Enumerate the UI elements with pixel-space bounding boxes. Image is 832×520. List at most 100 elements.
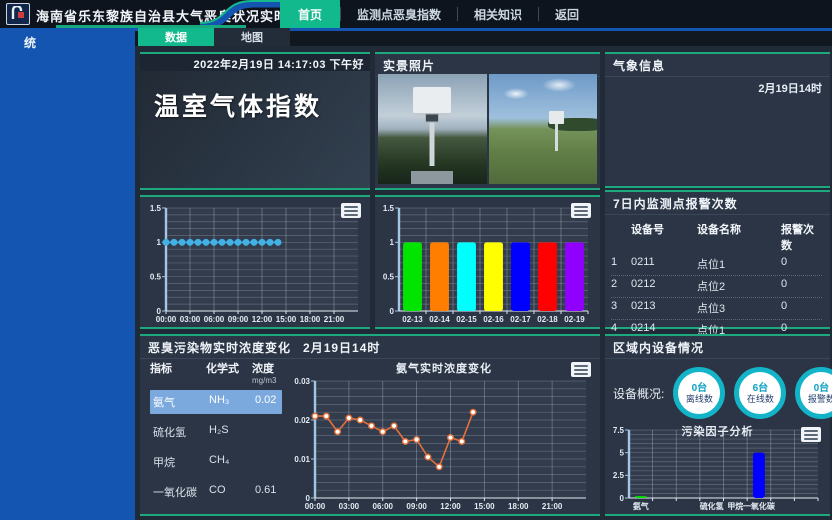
svg-text:03:00: 03:00 (180, 315, 201, 324)
svg-text:02-17: 02-17 (510, 315, 531, 324)
svg-text:一氧化碳: 一氧化碳 (743, 501, 776, 511)
photos-panel: 实景照片 (375, 52, 600, 190)
nav-item-odor-index[interactable]: 监测点恶臭指数 (341, 0, 457, 28)
odor-title: 恶臭污染物实时浓度变化 (148, 339, 291, 356)
svg-text:0.01: 0.01 (294, 455, 310, 464)
svg-text:1.5: 1.5 (383, 204, 395, 213)
offline-count-badge: 0台 离线数 (673, 367, 725, 419)
alarm-count-badge: 0台 报警数 (795, 367, 832, 419)
dataview-toolbox-icon[interactable] (571, 362, 591, 377)
tab-data[interactable]: 数据 (138, 28, 214, 46)
svg-text:0.5: 0.5 (383, 272, 395, 281)
svg-text:5: 5 (620, 448, 625, 457)
odor-body: 指标 化学式 浓度 mg/m3 氨气 NH₃ 0.02 硫化氢 H₂S (140, 356, 600, 514)
main-content: 数据 地图 2022年2月19日 14:17:03 下午好 温室气体指数 实景照… (135, 28, 832, 520)
odor-date: 2月19日14时 (303, 339, 380, 356)
weather-title: 气象信息 (605, 54, 830, 77)
topbar: 海南省乐东黎族自治县大气恶臭状况实时发布系 首页 监测点恶臭指数 相关知识 返回 (0, 0, 832, 28)
dashboard-screen: 海南省乐东黎族自治县大气恶臭状况实时发布系 首页 监测点恶臭指数 相关知识 返回… (0, 0, 832, 520)
greenhouse-index-panel: 00.511.500:0003:0006:0009:0012:0015:0018… (140, 195, 370, 329)
swoosh-decoration (200, 0, 288, 28)
svg-text:09:00: 09:00 (228, 315, 249, 324)
devices-panel: 区域内设备情况 设备概况: 0台 离线数 6台 在线数 0台 报警数 污染因子分… (605, 334, 830, 516)
dataview-toolbox-icon[interactable] (801, 427, 821, 442)
overview-label: 设备概况: (613, 385, 664, 402)
page-title: 温室气体指数 (154, 87, 370, 123)
odor-row-nh3[interactable]: 氨气 NH₃ 0.02 (150, 390, 282, 414)
pollution-factor-chart[interactable]: 02.557.5氨气硫化氢甲烷一氧化碳 (607, 422, 826, 512)
alarm-table-title: 7日内监测点报警次数 (605, 192, 830, 215)
svg-text:02-19: 02-19 (564, 315, 585, 324)
alarm-table-panel: 7日内监测点报警次数 设备号 设备名称 报警次数 10211点位10 20212… (605, 190, 830, 329)
greeting-panel: 2022年2月19日 14:17:03 下午好 温室气体指数 (140, 52, 370, 190)
svg-text:15:00: 15:00 (276, 315, 297, 324)
svg-text:硫化氢: 硫化氢 (700, 501, 724, 511)
odor-panel: 恶臭污染物实时浓度变化 2月19日14时 指标 化学式 浓度 mg/m3 氨气 … (140, 334, 600, 516)
svg-text:06:00: 06:00 (373, 502, 394, 511)
nh3-concentration-chart[interactable]: 00.010.020.0300:0003:0006:0009:0012:0015… (288, 373, 594, 512)
sidebar-title-overflow: 统 (24, 34, 36, 51)
odor-row-h2s[interactable]: 硫化氢 H₂S (150, 420, 282, 444)
svg-text:1.5: 1.5 (150, 204, 162, 213)
svg-text:06:00: 06:00 (204, 315, 225, 324)
main-nav: 首页 监测点恶臭指数 相关知识 返回 (280, 0, 595, 28)
greeting-body: 温室气体指数 (140, 71, 370, 188)
col-alarm-count: 报警次数 (781, 221, 822, 253)
datetime-text: 2022年2月19日 14:17:03 下午好 (140, 54, 370, 71)
station-pole (430, 116, 435, 167)
svg-text:18:00: 18:00 (508, 502, 529, 511)
nav-item-knowledge[interactable]: 相关知识 (458, 0, 538, 28)
svg-text:7.5: 7.5 (613, 426, 625, 435)
svg-text:15:00: 15:00 (474, 502, 495, 511)
col-device-id: 设备号 (631, 221, 697, 253)
svg-text:甲烷: 甲烷 (727, 501, 743, 511)
odor-unit-row: mg/m3 (150, 376, 288, 385)
svg-text:02-18: 02-18 (537, 315, 558, 324)
alarm-table-header: 设备号 设备名称 报警次数 (611, 219, 822, 254)
greenhouse-index-chart[interactable]: 00.511.500:0003:0006:0009:0012:0015:0018… (142, 200, 366, 325)
svg-text:09:00: 09:00 (406, 502, 427, 511)
logo-glyph (10, 6, 26, 22)
svg-text:03:00: 03:00 (339, 502, 360, 511)
dataview-toolbox-icon[interactable] (571, 203, 591, 218)
dataview-toolbox-icon[interactable] (341, 203, 361, 218)
tabbar: 数据 地图 (135, 28, 832, 46)
table-row: 30213点位30 (611, 298, 822, 320)
col-device-name: 设备名称 (697, 221, 781, 253)
site-photo-1 (378, 74, 487, 184)
svg-text:0.02: 0.02 (294, 416, 310, 425)
odor-table: 指标 化学式 浓度 mg/m3 氨气 NH₃ 0.02 硫化氢 H₂S (140, 356, 288, 514)
svg-text:氨气: 氨气 (633, 501, 649, 511)
weather-date: 2月19日14时 (605, 77, 830, 96)
sidebar: 统 (0, 28, 135, 520)
device-overview: 设备概况: 0台 离线数 6台 在线数 0台 报警数 (605, 359, 830, 423)
svg-text:1: 1 (157, 238, 162, 247)
svg-text:1: 1 (390, 238, 395, 247)
weather-panel: 气象信息 2月19日14时 (605, 52, 830, 188)
nav-item-back[interactable]: 返回 (539, 0, 595, 28)
svg-text:12:00: 12:00 (440, 502, 461, 511)
devices-title: 区域内设备情况 (605, 336, 830, 359)
tab-map[interactable]: 地图 (214, 28, 290, 46)
svg-text:12:00: 12:00 (252, 315, 273, 324)
table-row: 20212点位20 (611, 276, 822, 298)
site-photo-2 (489, 74, 598, 184)
svg-text:2.5: 2.5 (613, 471, 625, 480)
svg-text:0: 0 (390, 307, 395, 316)
nav-item-home[interactable]: 首页 (280, 0, 340, 28)
svg-text:18:00: 18:00 (300, 315, 321, 324)
svg-text:02-13: 02-13 (402, 315, 423, 324)
svg-text:00:00: 00:00 (305, 502, 326, 511)
svg-text:21:00: 21:00 (542, 502, 563, 511)
svg-text:02-16: 02-16 (483, 315, 504, 324)
station-screen (425, 114, 439, 123)
nh3-chart-region: 氨气实时浓度变化 00.010.020.0300:0003:0006:0009:… (288, 356, 600, 514)
concentration-unit: mg/m3 (252, 376, 288, 385)
station-base (411, 171, 453, 184)
odor-row-co[interactable]: 一氧化碳 CO 0.61 (150, 480, 282, 504)
svg-text:21:00: 21:00 (324, 315, 345, 324)
app-logo (6, 3, 30, 25)
station-box (549, 111, 564, 124)
daily-index-chart[interactable]: 00.511.502-1302-1402-1502-1602-1702-1802… (377, 200, 596, 325)
odor-row-ch4[interactable]: 甲烷 CH₄ (150, 450, 282, 474)
